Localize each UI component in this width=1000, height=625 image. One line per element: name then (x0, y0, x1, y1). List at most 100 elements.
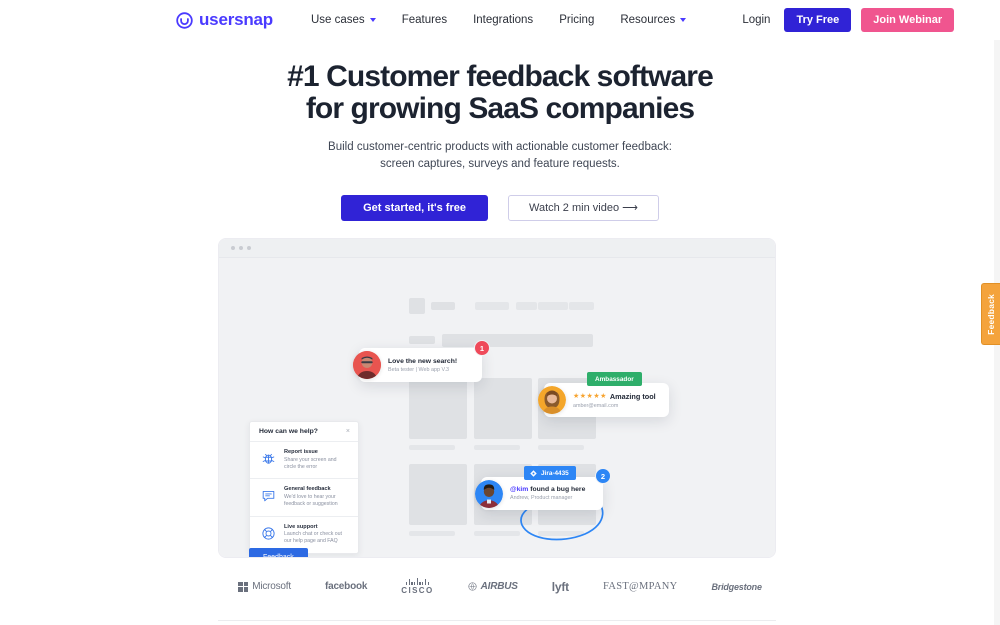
help-option-text: Report issue Share your screen and circl… (284, 449, 350, 471)
logo-label: Bridgestone (711, 581, 762, 592)
annotation-subtitle: Beta tester | Web app V.3 (388, 366, 450, 373)
logo-lyft: lyft (552, 580, 569, 594)
logo-cisco: CISCO (401, 578, 433, 595)
annotation-card-text: ★★★★★ Amazing tool amber@email.com (573, 392, 656, 409)
top-navbar: usersnap Use cases Features Integrations… (0, 0, 1000, 40)
watch-video-button[interactable]: Watch 2 min video ⟶ (507, 195, 659, 222)
microsoft-grid-icon (238, 581, 249, 592)
page-title: #1 Customer feedback software for growin… (287, 60, 714, 125)
annotation-card-jira-bug[interactable]: Jira-4435 @kim found a bug here Andrew, … (475, 466, 611, 510)
chevron-down-icon (369, 18, 376, 22)
nav-links: Use cases Features Integrations Pricing … (311, 14, 687, 26)
close-icon[interactable]: × (346, 428, 350, 435)
logo-label: Microsoft (252, 581, 291, 592)
help-option-title: General feedback (284, 486, 331, 493)
help-option-desc-line: feedback or suggestion (284, 501, 338, 508)
annotation-title: Love the new search! (388, 357, 458, 365)
brand-logo[interactable]: usersnap (176, 10, 273, 30)
status-badge-ambassador: Ambassador (587, 372, 642, 386)
skeleton-block (569, 302, 594, 310)
hero-subtitle: Build customer-centric products with act… (0, 139, 1000, 174)
skeleton-block (431, 302, 455, 310)
annotation-subtitle: amber@email.com (573, 402, 619, 409)
avatar (353, 351, 381, 379)
annotation-card-love-the-new-search[interactable]: Love the new search! Beta tester | Web a… (353, 340, 490, 382)
skeleton-block (409, 531, 455, 536)
lifebuoy-icon (259, 524, 277, 541)
help-widget-title: How can we help? (259, 428, 318, 435)
window-dot-icon (247, 246, 251, 250)
logo-microsoft: Microsoft (238, 581, 291, 592)
product-mockup: How can we help? × Report issue Share yo… (218, 238, 776, 558)
customer-logos: Microsoft facebook CISCO AIRBUS lyft FAS… (0, 578, 1000, 595)
skeleton-block (538, 445, 584, 450)
jira-issue-badge[interactable]: Jira-4435 (524, 466, 576, 480)
annotation-badge-1[interactable]: 1 (474, 340, 490, 356)
skeleton-block (442, 334, 593, 347)
help-widget[interactable]: How can we help? × Report issue Share yo… (249, 421, 359, 554)
skeleton-block (516, 302, 537, 310)
airbus-mark-icon (468, 582, 477, 591)
nav-link-use-cases[interactable]: Use cases (311, 14, 376, 26)
smile-circle-icon (176, 11, 193, 29)
nav-link-integrations[interactable]: Integrations (473, 14, 533, 26)
annotation-badge-2[interactable]: 2 (595, 468, 611, 484)
hero-cta-group: Get started, it's free Watch 2 min video… (0, 195, 1000, 222)
skeleton-block (474, 531, 520, 536)
user-mention[interactable]: @kim (510, 486, 528, 493)
skeleton-block (409, 378, 467, 439)
section-divider (218, 620, 776, 621)
help-option-desc-line: our help page and FAQ (284, 538, 338, 545)
help-option-desc-line: circle the error (284, 463, 318, 470)
logo-label: facebook (324, 581, 368, 592)
side-feedback-tab[interactable]: Feedback (981, 283, 1000, 345)
login-link[interactable]: Login (742, 14, 770, 26)
nav-link-label: Use cases (311, 14, 365, 26)
skeleton-block (409, 336, 435, 344)
logo-airbus: AIRBUS (468, 581, 518, 592)
hero-subtitle-line2: screen captures, surveys and feature req… (380, 157, 620, 170)
nav-link-label: Resources (620, 14, 676, 26)
avatar (538, 386, 566, 414)
skeleton-block (475, 302, 509, 310)
jira-icon (530, 469, 537, 477)
logo-label: AIRBUS (480, 581, 518, 592)
skeleton-block (538, 302, 568, 310)
annotation-rating-row: ★★★★★ Amazing tool (573, 392, 656, 401)
jira-issue-label: Jira-4435 (541, 469, 569, 477)
hero-subtitle-line1: Build customer-centric products with act… (328, 140, 672, 153)
help-option-title: Report issue (284, 449, 318, 455)
logo-label: lyft (551, 579, 569, 594)
annotation-title: @kim found a bug here (510, 486, 585, 493)
help-option-report-issue[interactable]: Report issue Share your screen and circl… (250, 442, 358, 480)
chat-bubble-icon (259, 486, 277, 503)
help-option-desc-line: We'd love to hear your (284, 493, 336, 500)
nav-link-label: Features (401, 14, 448, 26)
hero-section: #1 Customer feedback software for growin… (0, 40, 1000, 222)
try-free-button[interactable]: Try Free (784, 8, 852, 32)
help-option-desc: Share your screen and circle the error (284, 457, 350, 472)
skeleton-block (409, 298, 425, 314)
mockup-feedback-button[interactable]: Feedback (249, 548, 308, 557)
brand-name: usersnap (199, 10, 273, 29)
bug-icon (259, 449, 277, 466)
annotation-card-ambassador[interactable]: Ambassador ★★★★★ Amazing tool amber@emai… (538, 372, 669, 417)
nav-link-pricing[interactable]: Pricing (559, 14, 594, 26)
skeleton-block (409, 464, 467, 525)
logo-bridgestone: Bridgestone (711, 581, 762, 592)
help-option-text: Live support Launch chat or check out ou… (284, 524, 350, 546)
skeleton-block (409, 445, 455, 450)
help-option-general-feedback[interactable]: General feedback We'd love to hear your … (250, 479, 358, 517)
nav-actions: Login Try Free Join Webinar (742, 8, 955, 32)
nav-link-resources[interactable]: Resources (620, 14, 687, 26)
join-webinar-button[interactable]: Join Webinar (861, 8, 955, 32)
nav-link-features[interactable]: Features (402, 14, 447, 26)
logo-label: FAST@MPANY (602, 581, 678, 592)
window-dot-icon (231, 246, 235, 250)
star-rating-icon: ★★★★★ (573, 393, 607, 400)
annotation-subtitle: Andrew, Product manager (510, 495, 573, 501)
get-started-button[interactable]: Get started, it's free (341, 195, 488, 222)
avatar (475, 479, 503, 508)
help-widget-header: How can we help? × (250, 422, 358, 442)
help-option-title: Live support (284, 523, 318, 530)
